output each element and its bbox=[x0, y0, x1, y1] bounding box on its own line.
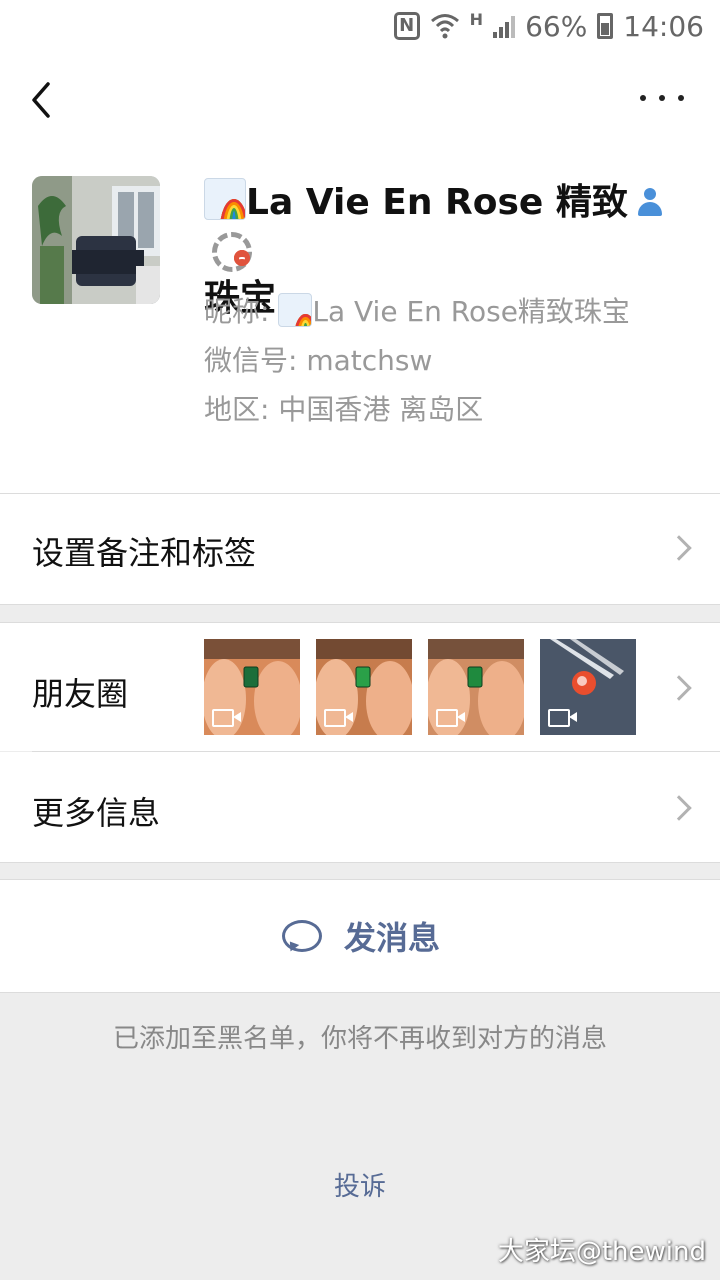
moments-thumbnail bbox=[428, 639, 524, 735]
divider bbox=[0, 604, 720, 605]
nfc-icon: N bbox=[393, 12, 420, 40]
moments-thumbnail bbox=[204, 639, 300, 735]
moments-label: 朋友圈 bbox=[32, 675, 129, 713]
battery-icon bbox=[597, 13, 614, 39]
send-message-button[interactable]: 发消息 bbox=[282, 910, 440, 962]
moments-thumbnail bbox=[316, 639, 412, 735]
divider bbox=[0, 862, 720, 863]
region: 地区: 中国香港 离岛区 bbox=[204, 393, 484, 426]
chevron-right-icon bbox=[666, 535, 692, 561]
more-info-label: 更多信息 bbox=[32, 794, 161, 832]
more-button[interactable] bbox=[640, 86, 684, 110]
remark-tags-label: 设置备注和标签 bbox=[32, 534, 257, 572]
moments-thumbnail bbox=[540, 639, 636, 735]
person-icon bbox=[634, 186, 666, 218]
battery-percent: 66% bbox=[525, 9, 588, 43]
chevron-left-icon bbox=[32, 82, 50, 118]
avatar[interactable] bbox=[32, 176, 160, 304]
moments-row[interactable]: 朋友圈 bbox=[0, 623, 720, 751]
profile-name-line1: La Vie En Rose 精致 bbox=[246, 182, 628, 223]
rainbow-emoji-icon bbox=[204, 178, 246, 220]
status-bar: N H 66% 14:06 bbox=[0, 0, 720, 52]
send-message-row: 发消息 bbox=[0, 880, 720, 992]
remark-tags-row[interactable]: 设置备注和标签 bbox=[0, 494, 720, 604]
video-icon bbox=[212, 709, 242, 727]
chevron-right-icon bbox=[666, 795, 692, 821]
profile-card: La Vie En Rose 精致 珠宝 昵称: La Vie En Rose精… bbox=[0, 148, 720, 493]
video-icon bbox=[324, 709, 354, 727]
chevron-right-icon bbox=[666, 675, 692, 701]
rainbow-emoji-icon bbox=[278, 293, 313, 327]
more-info-row[interactable]: 更多信息 bbox=[0, 752, 720, 862]
signal-icon bbox=[493, 14, 516, 38]
more-dots-icon bbox=[640, 95, 646, 101]
wifi-icon bbox=[430, 12, 460, 40]
blocked-moments-icon bbox=[212, 232, 252, 272]
video-icon bbox=[548, 709, 578, 727]
nickname-label: 昵称: bbox=[204, 295, 279, 328]
back-button[interactable] bbox=[22, 74, 66, 126]
nickname-value: La Vie En Rose精致珠宝 bbox=[312, 295, 630, 328]
video-icon bbox=[436, 709, 466, 727]
divider bbox=[0, 992, 720, 993]
nickname-line: 昵称: La Vie En Rose精致珠宝 bbox=[204, 292, 630, 332]
complain-link[interactable]: 投诉 bbox=[0, 1166, 720, 1203]
clock: 14:06 bbox=[623, 9, 704, 43]
blacklist-notice: 已添加至黑名单，你将不再收到对方的消息 bbox=[112, 1024, 607, 1054]
top-nav bbox=[0, 52, 720, 148]
send-message-label: 发消息 bbox=[344, 919, 441, 957]
watermark: 大家坛@thewind bbox=[497, 1237, 706, 1267]
network-type-label: H bbox=[469, 10, 484, 29]
wechat-id: 微信号: matchsw bbox=[204, 344, 433, 377]
chat-bubble-icon bbox=[282, 920, 322, 952]
